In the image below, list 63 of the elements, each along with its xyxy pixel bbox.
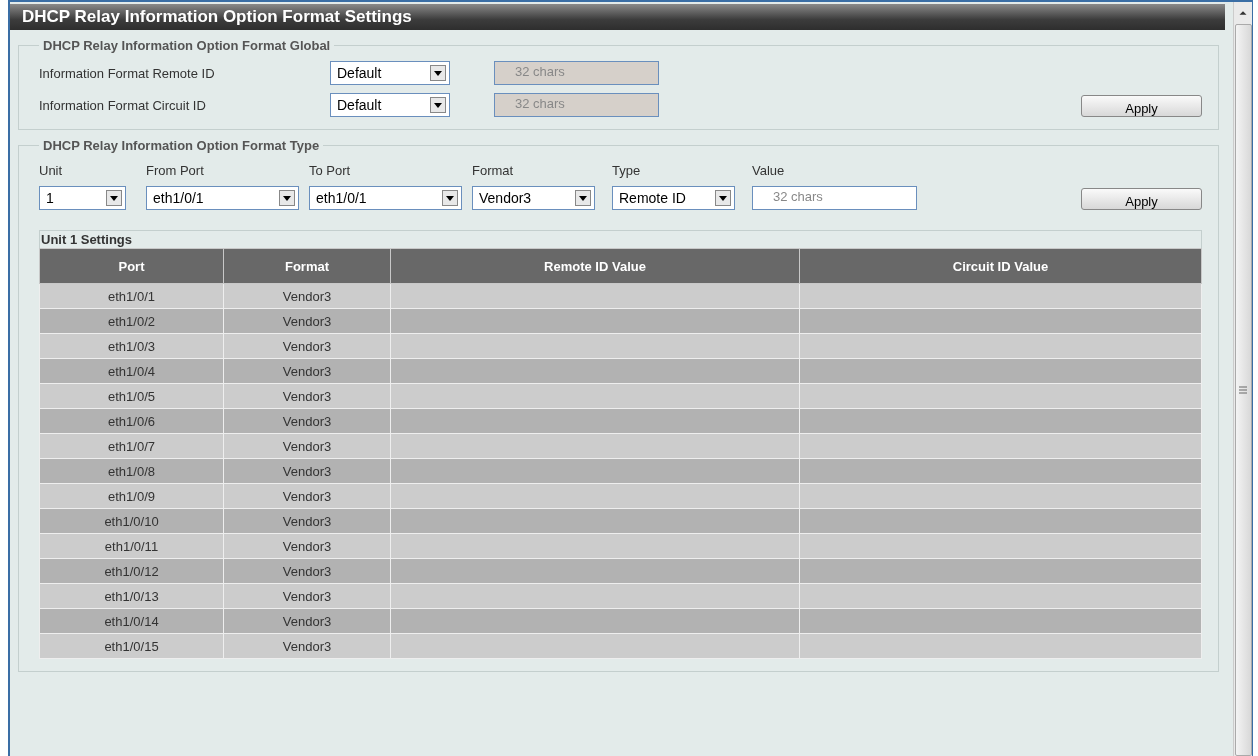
- page-title: DHCP Relay Information Option Format Settings: [10, 4, 1225, 30]
- table-cell: Vendor3: [223, 333, 391, 359]
- column-header: Port: [39, 248, 224, 284]
- field-label: Type: [612, 163, 642, 178]
- table-cell: eth1/0/11: [39, 533, 224, 559]
- table-cell: eth1/0/7: [39, 433, 224, 459]
- section-legend: DHCP Relay Information Option Format Type: [39, 138, 324, 153]
- section-legend: DHCP Relay Information Option Format Global: [39, 38, 335, 53]
- table-cell: Vendor3: [223, 433, 391, 459]
- dropdown[interactable]: Default: [330, 61, 450, 85]
- field-label: To Port: [309, 163, 352, 178]
- table-cell: eth1/0/1: [39, 283, 224, 309]
- column-header: Circuit ID Value: [799, 248, 1202, 284]
- column-header: Format: [223, 248, 391, 284]
- dropdown[interactable]: Remote ID: [612, 186, 735, 210]
- table-cell: eth1/0/4: [39, 358, 224, 384]
- table-cell: eth1/0/8: [39, 458, 224, 484]
- field-label: Information Format Remote ID: [39, 65, 216, 81]
- table-cell: Vendor3: [223, 608, 391, 634]
- dropdown[interactable]: eth1/0/1: [309, 186, 462, 210]
- column-header: Remote ID Value: [390, 248, 800, 284]
- apply-button[interactable]: Apply: [1081, 95, 1202, 117]
- table-cell: Vendor3: [223, 458, 391, 484]
- table-cell: eth1/0/3: [39, 333, 224, 359]
- table-cell: eth1/0/13: [39, 583, 224, 609]
- table-cell: eth1/0/12: [39, 558, 224, 584]
- dropdown[interactable]: eth1/0/1: [146, 186, 299, 210]
- caret-icon: [106, 190, 122, 206]
- table-cell: eth1/0/14: [39, 608, 224, 634]
- field-label: Value: [752, 163, 786, 178]
- table-cell: Vendor3: [223, 383, 391, 409]
- table-cell: Vendor3: [223, 408, 391, 434]
- table-cell: Vendor3: [223, 508, 391, 534]
- table-cell: eth1/0/5: [39, 383, 224, 409]
- table-cell: Vendor3: [223, 633, 391, 659]
- caret-icon: [715, 190, 731, 206]
- caret-icon: [575, 190, 591, 206]
- input-field[interactable]: 32 chars: [752, 186, 917, 210]
- table-cell: Vendor3: [223, 533, 391, 559]
- apply-button[interactable]: Apply: [1081, 188, 1202, 210]
- caret-icon: [430, 65, 446, 81]
- field-label: Format: [472, 163, 515, 178]
- table-cell: eth1/0/6: [39, 408, 224, 434]
- table-cell: Vendor3: [223, 483, 391, 509]
- field-label: From Port: [146, 163, 205, 178]
- table-cell: Vendor3: [223, 583, 391, 609]
- caret-icon: [279, 190, 295, 206]
- table-cell: Vendor3: [223, 283, 391, 309]
- field-label: Information Format Circuit ID: [39, 97, 207, 113]
- dropdown[interactable]: 1: [39, 186, 126, 210]
- dropdown[interactable]: Default: [330, 93, 450, 117]
- table-cell: eth1/0/2: [39, 308, 224, 334]
- table-cell: Vendor3: [223, 558, 391, 584]
- table-cell: Vendor3: [223, 358, 391, 384]
- table-cell: Vendor3: [223, 308, 391, 334]
- field-label: Unit: [39, 163, 64, 178]
- grip-icon: [1239, 386, 1247, 394]
- table-cell: eth1/0/15: [39, 633, 224, 659]
- caret-icon: [442, 190, 458, 206]
- table-cell: eth1/0/10: [39, 508, 224, 534]
- table-cell: eth1/0/9: [39, 483, 224, 509]
- dropdown[interactable]: Vendor3: [472, 186, 595, 210]
- caret-icon: [430, 97, 446, 113]
